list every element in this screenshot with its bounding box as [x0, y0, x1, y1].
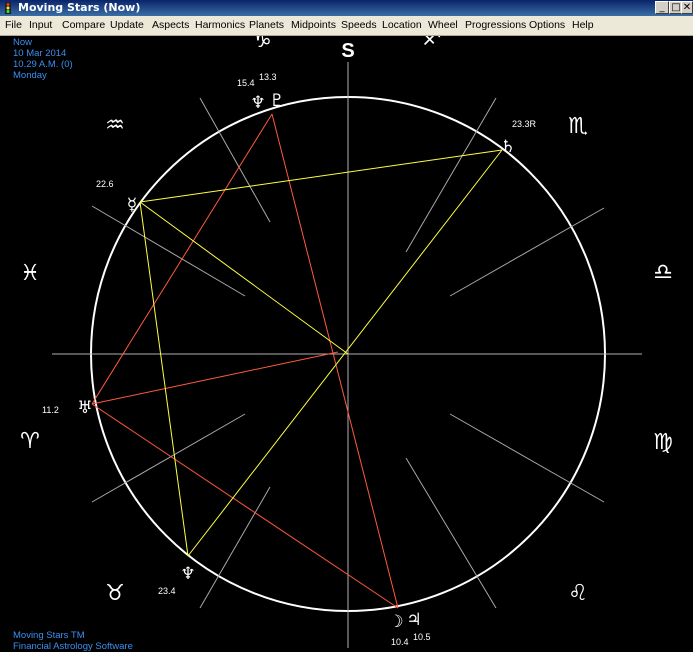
virgo-icon: ♍ [653, 430, 673, 455]
menu-help[interactable]: Help [572, 18, 594, 33]
neptune-lower-icon[interactable]: ♆ [180, 564, 195, 584]
minimize-button[interactable]: _ [655, 1, 669, 14]
menu-aspects[interactable]: Aspects [152, 18, 189, 33]
moon-degree: 10.4 [391, 637, 409, 647]
capricorn-icon: ♑ [252, 36, 272, 53]
aquarius-icon: ♒ [105, 113, 125, 138]
window-title: Moving Stars (Now) [18, 1, 141, 14]
aspect-lines [91, 113, 503, 609]
moon-icon[interactable]: ☽ [388, 612, 403, 632]
neptune-icon[interactable]: ♆ [250, 93, 265, 113]
astro-wheel[interactable]: S ♑ ♐ ♒ ♏ ♓ ♎ ♈ ♍ ♉ ♌ 15.4 13.3 ♆ ♇ 23.3… [0, 36, 693, 648]
taurus-icon: ♉ [105, 581, 125, 606]
menu-compare[interactable]: Compare [62, 18, 105, 33]
sagittarius-icon: ♐ [422, 36, 442, 51]
menu-midpoints[interactable]: Midpoints [291, 18, 336, 33]
mercury-degree: 22.6 [96, 179, 114, 189]
aries-icon: ♈ [20, 429, 40, 454]
menu-update[interactable]: Update [110, 18, 144, 33]
menu-file[interactable]: File [5, 18, 22, 33]
saturn-icon[interactable]: ♄ [500, 137, 515, 157]
libra-icon: ♎ [653, 260, 673, 285]
menu-location[interactable]: Location [382, 18, 422, 33]
close-button[interactable]: ✕ [681, 1, 693, 14]
south-label: S [341, 40, 354, 62]
menu-wheel[interactable]: Wheel [428, 18, 458, 33]
menu-progressions[interactable]: Progressions [465, 18, 526, 33]
mercury-icon[interactable]: ☿ [127, 195, 137, 215]
neptune-lower-degree: 23.4 [158, 586, 176, 596]
traffic-light-icon [5, 2, 11, 14]
neptune-degree: 15.4 [237, 78, 255, 88]
jupiter-degree: 10.5 [413, 632, 431, 642]
menu-speeds[interactable]: Speeds [341, 18, 377, 33]
pluto-degree: 13.3 [259, 72, 277, 82]
uranus-degree: 11.2 [42, 405, 59, 415]
menu-options[interactable]: Options [529, 18, 565, 33]
leo-icon: ♌ [568, 581, 588, 606]
jupiter-icon[interactable]: ♃ [406, 610, 421, 630]
pisces-icon: ♓ [20, 261, 40, 286]
menu-bar: File Input Compare Update Aspects Harmon… [0, 16, 693, 36]
menu-harmonics[interactable]: Harmonics [195, 18, 245, 33]
saturn-degree: 23.3R [512, 119, 537, 129]
scorpio-icon: ♏ [568, 114, 588, 139]
uranus-icon[interactable]: ♅ [77, 398, 92, 418]
menu-input[interactable]: Input [29, 18, 52, 33]
pluto-icon[interactable]: ♇ [269, 91, 284, 111]
menu-planets[interactable]: Planets [249, 18, 284, 33]
title-bar: Moving Stars (Now) _ □ ✕ [0, 0, 693, 16]
